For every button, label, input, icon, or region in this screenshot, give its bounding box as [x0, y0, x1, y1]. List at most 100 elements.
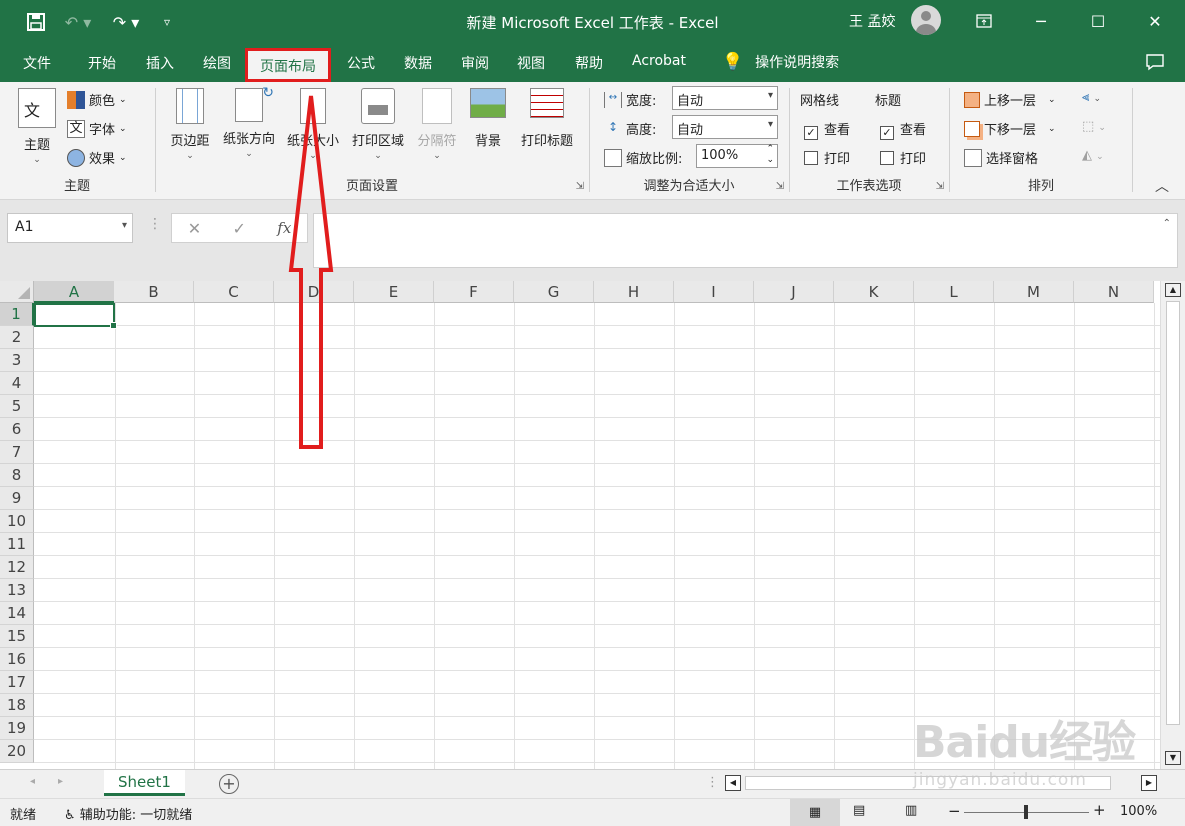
column-header[interactable]: L — [914, 281, 994, 303]
selected-cell[interactable] — [34, 303, 117, 329]
zoom-in-icon[interactable]: + — [1093, 801, 1106, 819]
close-icon[interactable]: ✕ — [1140, 8, 1170, 34]
worksheet-grid[interactable]: A B C D E F G H I J K L M N 1 2 3 4 5 6 7 8 9 10 11 12 13 14 15 16 17 1… — [0, 281, 1160, 769]
column-header[interactable]: E — [354, 281, 434, 303]
scale-spinner[interactable]: 100% ⌃ ⌄ — [696, 144, 778, 168]
background-button[interactable]: 背景 — [466, 88, 510, 149]
scroll-right-icon[interactable]: ▶ — [1141, 775, 1157, 791]
spinner-arrows-icon[interactable]: ⌃ ⌄ — [766, 144, 774, 166]
row-header[interactable]: 11 — [0, 533, 34, 556]
column-header[interactable]: I — [674, 281, 754, 303]
column-header[interactable]: J — [754, 281, 834, 303]
row-header[interactable]: 9 — [0, 487, 34, 510]
column-header[interactable]: G — [514, 281, 594, 303]
print-area-button[interactable]: 打印区域 ⌄ — [346, 88, 410, 161]
selection-pane-button[interactable]: 选择窗格 — [964, 148, 1038, 167]
tab-data[interactable]: 数据 — [404, 53, 432, 73]
minimize-icon[interactable]: ─ — [1026, 8, 1056, 34]
sheet-scroll-left-icon[interactable]: ◂ — [30, 776, 35, 787]
zoom-slider-thumb[interactable] — [1024, 805, 1028, 819]
column-header[interactable]: B — [114, 281, 194, 303]
fonts-button[interactable]: 文 字体 ⌄ — [67, 119, 127, 138]
height-select[interactable]: 自动 — [672, 115, 778, 139]
width-select[interactable]: 自动 — [672, 86, 778, 110]
themes-button[interactable]: 文 主题 ⌄ — [14, 88, 60, 165]
enter-icon[interactable]: ✓ — [232, 219, 245, 238]
tab-acrobat[interactable]: Acrobat — [632, 53, 686, 69]
column-header[interactable]: C — [194, 281, 274, 303]
row-header[interactable]: 1 — [0, 303, 34, 326]
effects-button[interactable]: 效果 ⌄ — [67, 148, 127, 167]
insert-function-icon[interactable]: fx — [277, 219, 291, 237]
column-header[interactable]: H — [594, 281, 674, 303]
add-sheet-icon[interactable]: + — [219, 774, 239, 794]
dialog-launcher-icon[interactable]: ⇲ — [776, 181, 784, 192]
dialog-launcher-icon[interactable]: ⇲ — [576, 181, 584, 192]
select-all-corner[interactable] — [0, 281, 34, 303]
column-header[interactable]: F — [434, 281, 514, 303]
sheet-scroll-right-icon[interactable]: ▸ — [58, 776, 63, 787]
row-header[interactable]: 5 — [0, 395, 34, 418]
column-header[interactable]: D — [274, 281, 354, 303]
group-icon[interactable]: ⬚ ⌄ — [1082, 119, 1106, 134]
row-header[interactable]: 4 — [0, 372, 34, 395]
print-titles-button[interactable]: 打印标题 — [514, 88, 580, 149]
tab-review[interactable]: 审阅 — [461, 53, 489, 73]
size-button[interactable]: 纸张大小 ⌄ — [282, 88, 344, 161]
row-header[interactable]: 14 — [0, 602, 34, 625]
row-header[interactable]: 13 — [0, 579, 34, 602]
formula-input[interactable]: ⌃ — [313, 213, 1178, 268]
align-icon[interactable]: ⫷ ⌄ — [1082, 90, 1101, 105]
scroll-down-icon[interactable]: ▼ — [1165, 751, 1181, 765]
send-backward-button[interactable]: 下移一层 ⌄ — [964, 119, 1056, 138]
tab-file[interactable]: 文件 — [23, 53, 51, 73]
row-header[interactable]: 15 — [0, 625, 34, 648]
sheet-tab-sheet1[interactable]: Sheet1 — [104, 770, 185, 796]
headings-print-checkbox[interactable]: 打印 — [880, 148, 926, 167]
row-header[interactable]: 19 — [0, 717, 34, 740]
tab-draw[interactable]: 绘图 — [203, 53, 231, 73]
rotate-icon[interactable]: ◭ ⌄ — [1082, 148, 1104, 163]
breaks-button[interactable]: 分隔符 ⌄ — [412, 88, 462, 161]
cancel-icon[interactable]: ✕ — [188, 219, 201, 238]
row-header[interactable]: 8 — [0, 464, 34, 487]
row-header[interactable]: 18 — [0, 694, 34, 717]
comments-icon[interactable] — [1145, 53, 1165, 75]
row-header[interactable]: 6 — [0, 418, 34, 441]
gridlines-view-checkbox[interactable]: ✓ 查看 — [804, 119, 850, 140]
user-name[interactable]: 王 孟姣 — [849, 11, 895, 31]
tell-me-search[interactable]: 💡 操作说明搜索 — [722, 52, 839, 72]
zoom-out-icon[interactable]: − — [948, 802, 961, 820]
row-header[interactable]: 16 — [0, 648, 34, 671]
expand-formula-bar-icon[interactable]: ⌃ — [1163, 218, 1171, 229]
avatar[interactable] — [911, 5, 941, 35]
column-header[interactable]: K — [834, 281, 914, 303]
gridlines-print-checkbox[interactable]: 打印 — [804, 148, 850, 167]
row-header[interactable]: 2 — [0, 326, 34, 349]
scroll-thumb[interactable] — [1166, 301, 1180, 725]
accessibility-status[interactable]: ♿︎ 辅助功能: 一切就绪 — [64, 804, 192, 823]
scroll-left-icon[interactable]: ◀ — [725, 775, 741, 791]
zoom-slider[interactable] — [964, 805, 1089, 819]
column-header[interactable]: N — [1074, 281, 1154, 303]
row-header[interactable]: 10 — [0, 510, 34, 533]
orientation-button[interactable]: ↻ 纸张方向 ⌄ — [218, 85, 280, 159]
zoom-level[interactable]: 100% — [1120, 804, 1157, 819]
vertical-scrollbar[interactable]: ▲ ▼ — [1160, 281, 1185, 769]
row-header[interactable]: 12 — [0, 556, 34, 579]
column-header[interactable]: A — [34, 281, 115, 303]
headings-view-checkbox[interactable]: ✓ 查看 — [880, 119, 926, 140]
ribbon-display-icon[interactable] — [969, 8, 999, 34]
tab-page-layout[interactable]: 页面布局 — [245, 48, 331, 82]
dialog-launcher-icon[interactable]: ⇲ — [936, 181, 944, 192]
collapse-ribbon-icon[interactable]: ︿ — [1155, 176, 1169, 196]
name-box[interactable]: A1 ▾ — [7, 213, 133, 243]
row-header[interactable]: 3 — [0, 349, 34, 372]
margins-button[interactable]: 页边距 ⌄ — [164, 88, 216, 161]
maximize-icon[interactable]: ☐ — [1083, 8, 1113, 34]
tab-insert[interactable]: 插入 — [146, 53, 174, 73]
normal-view-icon[interactable]: ▦ — [790, 799, 840, 826]
page-layout-view-icon[interactable]: ▤ — [853, 803, 865, 818]
row-header[interactable]: 17 — [0, 671, 34, 694]
row-header[interactable]: 20 — [0, 740, 34, 763]
